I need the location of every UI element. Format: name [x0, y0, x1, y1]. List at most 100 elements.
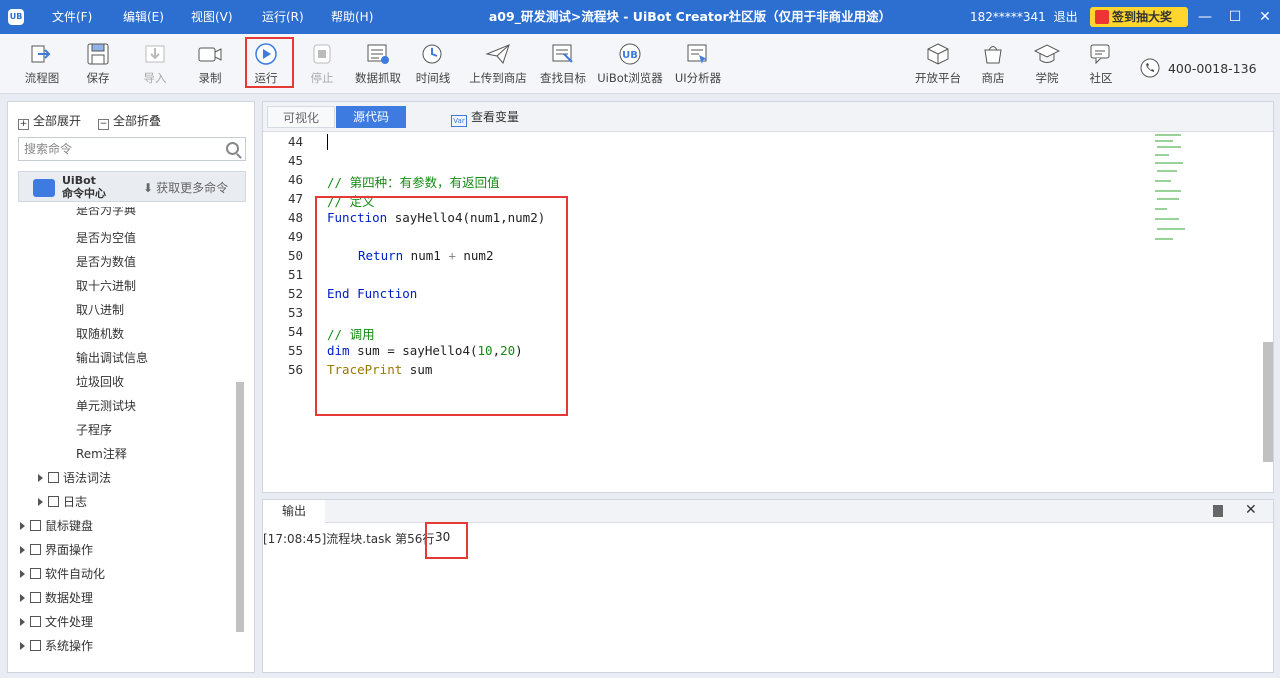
line-number: 45 [287, 153, 303, 168]
line-number: 49 [287, 229, 303, 244]
expand-arrow-icon[interactable] [20, 570, 25, 578]
tree-group-system-operations[interactable]: 系统操作 [20, 637, 93, 654]
upload-store-label: 上传到商店 [469, 71, 527, 85]
output-tabs: 输出 ✕ [263, 500, 1273, 523]
expand-arrow-icon[interactable] [20, 522, 25, 530]
tree-group-ui-operations[interactable]: 界面操作 [20, 541, 93, 558]
checkin-lottery-button[interactable]: 签到抽大奖 [1090, 7, 1188, 27]
tree-item[interactable]: 是否为空值 [76, 229, 136, 246]
line-number: 54 [287, 324, 303, 339]
community-button[interactable]: 社区 [1086, 42, 1116, 90]
phone-icon [1140, 58, 1160, 78]
save-button[interactable]: 保存 [81, 42, 115, 90]
get-more-commands[interactable]: ⬇ 获取更多命令 [143, 179, 228, 196]
expand-arrow-icon[interactable] [20, 618, 25, 626]
import-label: 导入 [143, 71, 167, 85]
search-icon[interactable] [226, 142, 239, 155]
find-target-button[interactable]: 查找目标 [537, 42, 589, 90]
view-variables-button[interactable]: Var 查看变量 [451, 106, 519, 128]
variables-icon: Var [451, 115, 467, 127]
output-panel: 输出 ✕ [17:08:45]流程块.task 第56行 30 [262, 499, 1274, 673]
code-area[interactable]: 44 45 46 47 48 49 50 51 52 53 54 55 56 /… [263, 132, 1153, 492]
plus-box-icon: + [18, 119, 29, 130]
command-center-line2: 命令中心 [62, 187, 106, 200]
expand-arrow-icon[interactable] [20, 546, 25, 554]
code-minimap[interactable] [1153, 132, 1193, 252]
command-search-input[interactable]: 搜索命令 [18, 137, 246, 161]
line-number: 48 [287, 210, 303, 225]
upload-store-button[interactable]: 上传到商店 [467, 42, 529, 90]
menu-run[interactable]: 运行(R) [262, 0, 304, 34]
menu-help[interactable]: 帮助(H) [331, 0, 373, 34]
chat-bubble-icon [1090, 44, 1110, 65]
logout-link[interactable]: 退出 [1054, 10, 1078, 24]
tab-source[interactable]: 源代码 [336, 106, 406, 128]
tree-group-data-processing[interactable]: 数据处理 [20, 589, 93, 606]
academy-label: 学院 [1035, 71, 1059, 85]
uibot-browser-button[interactable]: UB UiBot浏览器 [595, 42, 665, 90]
tree-item[interactable]: Rem注释 [76, 445, 127, 462]
tree-group-mouse-keyboard[interactable]: 鼠标键盘 [20, 517, 93, 534]
open-platform-button[interactable]: 开放平台 [913, 42, 963, 90]
maximize-button[interactable]: ☐ [1220, 0, 1250, 34]
academy-button[interactable]: 学院 [1032, 42, 1062, 90]
left-panel-scrollbar[interactable] [236, 382, 244, 632]
store-icon [984, 46, 1002, 64]
tree-group-software-automation[interactable]: 软件自动化 [20, 565, 105, 582]
expand-arrow-icon[interactable] [20, 642, 25, 650]
close-button[interactable]: ✕ [1250, 0, 1280, 34]
ui-analyzer-icon [687, 44, 707, 64]
download-icon: ⬇ [143, 181, 154, 195]
expand-arrow-icon[interactable] [38, 498, 43, 506]
tree-item[interactable]: 是否为数值 [76, 253, 136, 270]
tree-item[interactable]: 子程序 [76, 421, 112, 438]
tree-item[interactable]: 取十六进制 [76, 277, 136, 294]
record-button[interactable]: 录制 [193, 42, 227, 90]
command-center-button[interactable]: UiBot 命令中心 ⬇ 获取更多命令 [18, 171, 246, 202]
command-search-placeholder: 搜索命令 [24, 142, 73, 156]
record-icon [198, 47, 222, 62]
ui-analyzer-label: UI分析器 [674, 71, 722, 85]
stop-button[interactable]: 停止 [307, 42, 337, 90]
flowchart-icon [31, 45, 51, 63]
expand-all-label: 全部展开 [33, 114, 82, 128]
tab-visual[interactable]: 可视化 [267, 106, 335, 128]
tab-output[interactable]: 输出 [263, 500, 325, 523]
data-scrape-button[interactable]: 数据抓取 [353, 42, 403, 90]
timeline-button[interactable]: 时间线 [414, 42, 452, 90]
tree-group-file-processing[interactable]: 文件处理 [20, 613, 93, 630]
tree-group-label: 文件处理 [45, 615, 94, 629]
expand-all-button[interactable]: + 全部展开 [18, 112, 81, 130]
close-icon[interactable]: ✕ [1245, 502, 1257, 518]
expand-arrow-icon[interactable] [20, 594, 25, 602]
ui-analyzer-button[interactable]: UI分析器 [673, 42, 723, 90]
trash-icon[interactable] [1213, 505, 1223, 517]
tree-group-log[interactable]: 日志 [38, 493, 87, 510]
data-scrape-icon [367, 44, 389, 64]
uibot-browser-icon: UB [619, 43, 641, 65]
tree-item[interactable]: 取八进制 [76, 301, 124, 318]
code-editor: 可视化 源代码 Var 查看变量 44 45 46 47 48 49 50 51 … [262, 101, 1274, 493]
store-label: 商店 [981, 71, 1005, 85]
tree-item[interactable]: 垃圾回收 [76, 373, 124, 390]
tree-group-label: 日志 [63, 495, 88, 509]
expand-arrow-icon[interactable] [38, 474, 43, 482]
toolbar: 流程图 保存 导入 录制 运行 停止 数据抓取 时间线 上传到商店 查找目标 U… [0, 34, 1280, 94]
tree-item[interactable]: 输出调试信息 [76, 349, 148, 366]
tree-item-partial[interactable]: 是否为字典 [76, 207, 136, 217]
menu-file[interactable]: 文件(F) [52, 0, 92, 34]
collapse-all-button[interactable]: − 全部折叠 [98, 112, 161, 130]
tree-group-syntax[interactable]: 语法词法 [38, 469, 111, 486]
editor-scrollbar[interactable] [1263, 342, 1273, 462]
import-button[interactable]: 导入 [138, 42, 172, 90]
community-label: 社区 [1089, 71, 1113, 85]
menu-view[interactable]: 视图(V) [191, 0, 233, 34]
tree-item[interactable]: 取随机数 [76, 325, 124, 342]
store-button[interactable]: 商店 [978, 42, 1008, 90]
flowchart-button[interactable]: 流程图 [22, 42, 62, 90]
minimize-button[interactable]: — [1190, 0, 1220, 34]
text-cursor [327, 134, 328, 150]
menu-edit[interactable]: 编辑(E) [123, 0, 164, 34]
minus-box-icon: − [98, 119, 109, 130]
tree-item[interactable]: 单元测试块 [76, 397, 136, 414]
